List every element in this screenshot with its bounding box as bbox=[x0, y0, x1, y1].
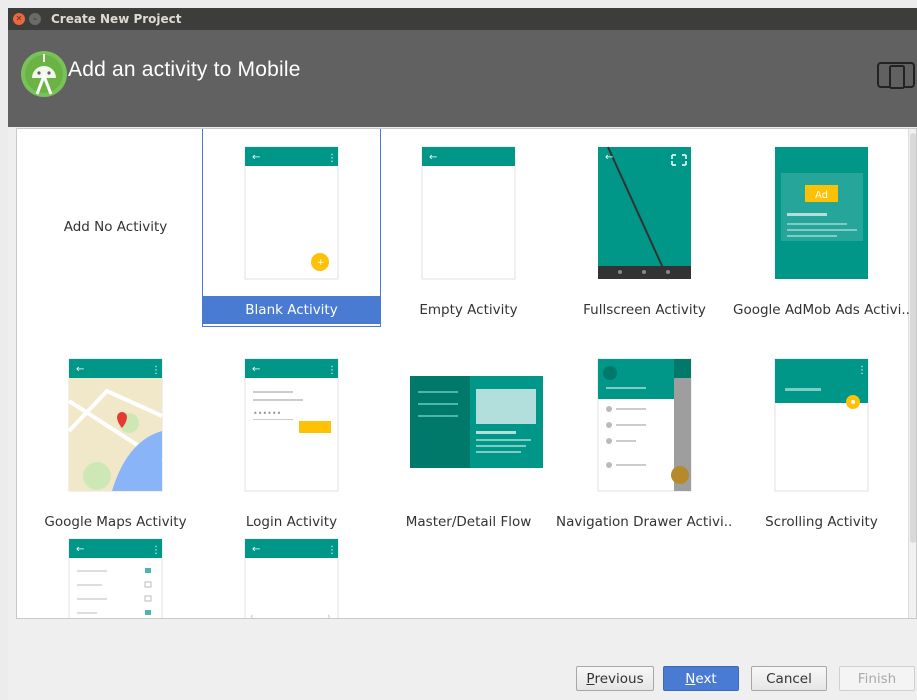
activity-label: Google AdMob Ads Activi... bbox=[733, 302, 910, 318]
activity-thumbnail: Ad bbox=[733, 129, 910, 294]
svg-text:⋮: ⋮ bbox=[151, 545, 161, 556]
cancel-button[interactable]: Cancel bbox=[751, 666, 827, 691]
activity-thumbnail bbox=[556, 341, 733, 506]
svg-text:⋮: ⋮ bbox=[857, 365, 867, 376]
activity-tile[interactable]: ← ⋮ bbox=[27, 537, 204, 618]
button-bar: Previous Next Cancel Finish bbox=[8, 643, 917, 691]
android-studio-icon bbox=[21, 51, 67, 97]
tablet-phone-icon[interactable] bbox=[877, 61, 917, 89]
activity-tile[interactable]: ← ⋮ ‹ › bbox=[203, 537, 380, 619]
svg-text:←: ← bbox=[76, 364, 84, 375]
svg-text:⋮: ⋮ bbox=[327, 545, 337, 556]
close-icon[interactable]: ✕ bbox=[13, 13, 25, 25]
previous-button[interactable]: Previous bbox=[576, 666, 654, 691]
svg-text:+: + bbox=[317, 258, 325, 268]
activity-label: Scrolling Activity bbox=[765, 514, 878, 530]
svg-text:←: ← bbox=[252, 152, 260, 163]
window-title: Create New Project bbox=[51, 12, 182, 26]
wizard-header: Add an activity to Mobile bbox=[8, 30, 917, 127]
finish-button[interactable]: Finish bbox=[839, 666, 915, 691]
activity-thumbnail bbox=[380, 341, 557, 506]
activity-label: Add No Activity bbox=[63, 218, 168, 235]
svg-text:←: ← bbox=[429, 152, 437, 163]
svg-text:←: ← bbox=[76, 544, 84, 555]
svg-text:‹: ‹ bbox=[250, 612, 254, 619]
activity-tile[interactable]: Add No Activity bbox=[27, 129, 204, 326]
activity-tile[interactable]: Ad Google AdMob Ads Activi... bbox=[733, 129, 910, 326]
activity-tile[interactable]: Master/Detail Flow bbox=[380, 341, 557, 538]
activity-thumbnail: ← bbox=[380, 129, 557, 294]
svg-text:⋮: ⋮ bbox=[151, 365, 161, 376]
previous-label: revious bbox=[594, 670, 644, 687]
activity-label: Google Maps Activity bbox=[44, 514, 187, 530]
activity-label: Navigation Drawer Activi... bbox=[556, 514, 733, 530]
title-bar: ✕ – Create New Project bbox=[8, 8, 917, 30]
previous-mnemonic: P bbox=[586, 670, 595, 687]
activity-thumbnail: ← ⋮ ‹ › bbox=[244, 538, 339, 619]
activity-tile[interactable]: ← Fullscreen Activity bbox=[556, 129, 733, 326]
svg-text:←: ← bbox=[605, 152, 613, 163]
activity-thumbnail: ← ⋮ + bbox=[203, 129, 380, 294]
activity-tile[interactable]: ← ⋮ + Blank Activity bbox=[202, 129, 381, 327]
svg-text:••••••: •••••• bbox=[253, 409, 281, 418]
activity-thumbnail: ⋮ bbox=[733, 341, 910, 506]
next-label: ext bbox=[695, 670, 717, 687]
activity-tile[interactable]: ← ⋮ Google Maps Activity bbox=[27, 341, 204, 538]
activity-label: Fullscreen Activity bbox=[583, 302, 706, 318]
finish-label: Finish bbox=[857, 670, 897, 687]
activity-label: Blank Activity bbox=[203, 296, 380, 324]
svg-text:›: › bbox=[327, 612, 331, 619]
activity-thumbnail: ← ⋮ bbox=[27, 341, 204, 506]
activity-thumbnail: ← bbox=[556, 129, 733, 294]
next-mnemonic: N bbox=[685, 670, 696, 687]
activity-tile[interactable]: ← ⋮ •••••• Login Activity bbox=[203, 341, 380, 538]
scroll-thumb[interactable] bbox=[910, 133, 916, 543]
next-button[interactable]: Next bbox=[663, 666, 739, 691]
activity-label: Master/Detail Flow bbox=[405, 514, 532, 530]
activity-tile[interactable]: Navigation Drawer Activi... bbox=[556, 341, 733, 538]
cancel-label: Cancel bbox=[766, 670, 812, 687]
svg-text:←: ← bbox=[252, 364, 260, 375]
svg-text:⋮: ⋮ bbox=[327, 153, 337, 164]
activity-gallery: Add No Activity ← ⋮ + Blank Activity ← Emp… bbox=[16, 128, 917, 619]
svg-text:←: ← bbox=[252, 544, 260, 555]
create-project-window: ✕ – Create New Project Add an activity t… bbox=[8, 8, 917, 700]
page-title: Add an activity to Mobile bbox=[68, 58, 301, 81]
activity-tile[interactable]: ← Empty Activity bbox=[380, 129, 557, 326]
svg-text:⋮: ⋮ bbox=[327, 365, 337, 376]
ad-badge-text: Ad bbox=[815, 190, 828, 201]
activity-tile[interactable]: ⋮ Scrolling Activity bbox=[733, 341, 910, 538]
activity-thumbnail: ← ⋮ bbox=[68, 538, 163, 618]
minimize-icon[interactable]: – bbox=[29, 13, 41, 25]
activity-label: Empty Activity bbox=[419, 302, 518, 318]
activity-thumbnail: ← ⋮ •••••• bbox=[203, 341, 380, 506]
activity-label: Login Activity bbox=[245, 514, 338, 530]
